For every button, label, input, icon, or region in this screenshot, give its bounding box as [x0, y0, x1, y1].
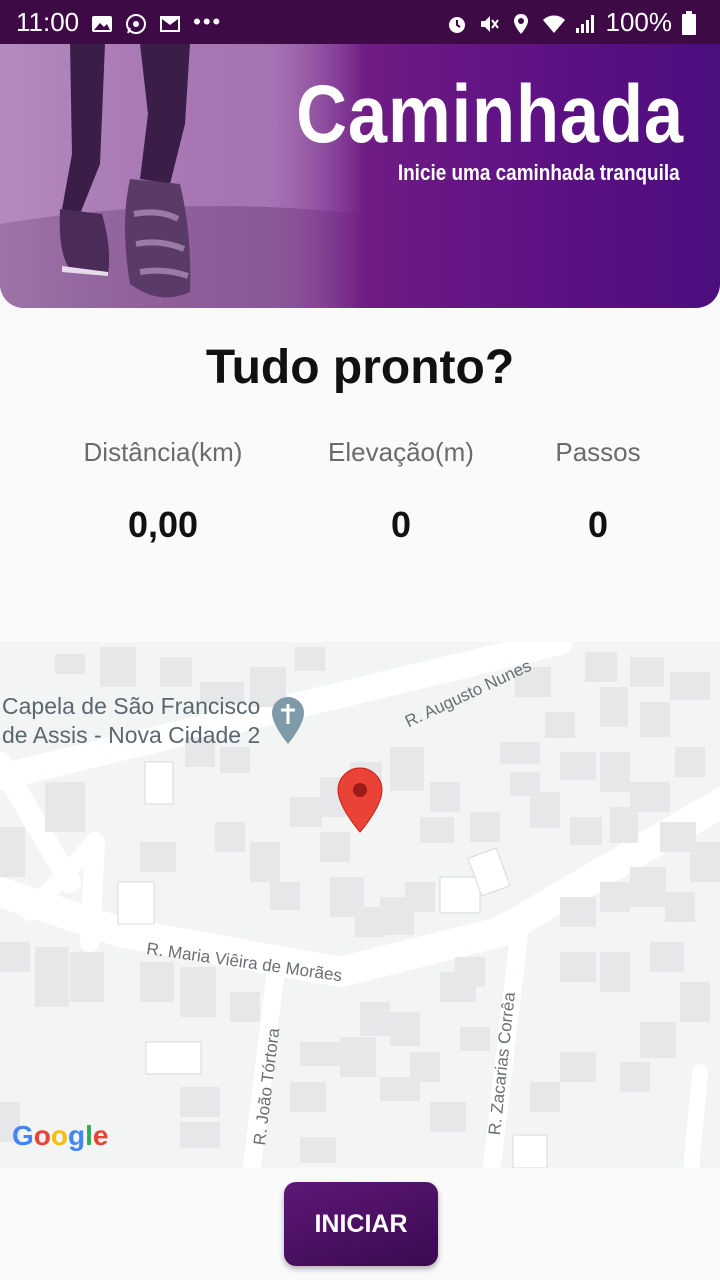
stat-steps: Passos 0 — [478, 432, 718, 546]
stats-row: Distância(km) 0,00 Elevação(m) 0 Passos … — [0, 432, 720, 562]
more-dots-icon: ••• — [193, 9, 223, 34]
alarm-icon — [446, 11, 468, 33]
stat-distance-label: Distância(km) — [83, 437, 243, 467]
whatsapp-icon — [125, 11, 147, 34]
mute-icon — [478, 11, 500, 33]
banner-title: Caminhada — [296, 69, 684, 160]
battery-percent: 100% — [605, 6, 673, 37]
poi-label-line1: Capela de São Francisco — [2, 693, 261, 719]
stat-distance-value: 0,00 — [127, 504, 199, 545]
poi-label-line2: de Assis - Nova Cidade 2 — [2, 722, 261, 748]
stat-distance: Distância(km) 0,00 — [43, 432, 283, 546]
church-poi-icon[interactable] — [272, 697, 304, 744]
gmail-icon — [159, 11, 181, 33]
image-icon — [91, 11, 113, 33]
location-marker-icon[interactable] — [337, 767, 383, 833]
banner-subtitle: Inicie uma caminhada tranquila — [398, 160, 680, 185]
header-banner: Caminhada Inicie uma caminhada tranquila — [0, 44, 720, 308]
poi-label[interactable]: Capela de São Francisco de Assis - Nova … — [2, 692, 260, 750]
stat-steps-label: Passos — [555, 437, 641, 467]
status-time: 11:00 — [16, 6, 80, 37]
wifi-icon — [542, 11, 565, 33]
google-logo: Google — [12, 1120, 109, 1151]
location-icon — [510, 11, 532, 34]
start-button[interactable]: INICIAR — [284, 1182, 438, 1266]
stat-steps-value: 0 — [587, 504, 609, 545]
battery-icon — [682, 11, 704, 35]
signal-icon — [574, 11, 596, 33]
status-bar: 11:00 ••• 100% — [0, 0, 720, 44]
ready-heading: Tudo pronto? — [205, 341, 515, 394]
map-view[interactable]: Capela de São Francisco de Assis - Nova … — [0, 642, 720, 1168]
